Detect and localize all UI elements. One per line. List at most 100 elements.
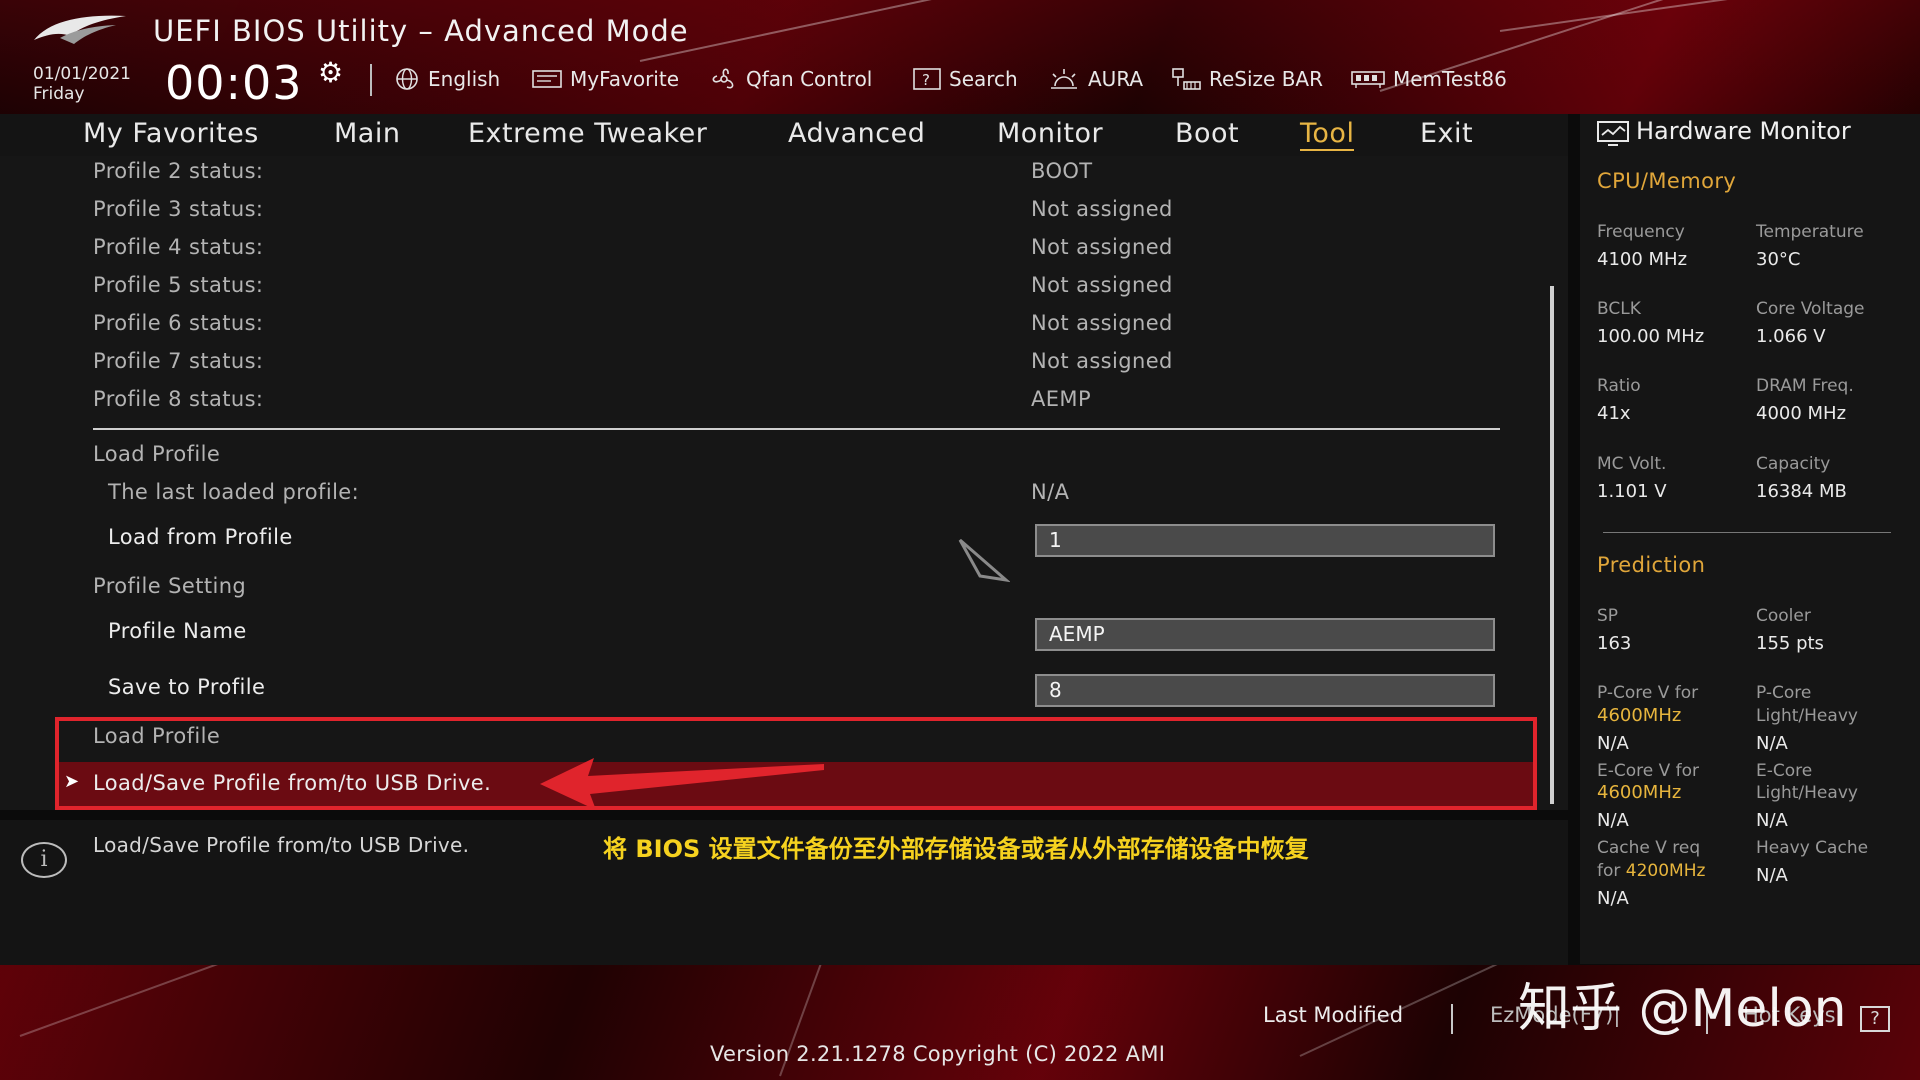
cpu-memory-section-title: CPU/Memory: [1597, 169, 1737, 193]
tab-boot[interactable]: Boot: [1175, 118, 1239, 149]
profile-2-status-value: BOOT: [1031, 159, 1093, 183]
aura-label: AURA: [1088, 67, 1144, 91]
tab-my-favorites[interactable]: My Favorites: [83, 118, 259, 149]
bclk-value: 100.00 MHz: [1597, 326, 1705, 347]
cooler-value: 155 pts: [1756, 633, 1824, 654]
header-separator: [370, 64, 372, 96]
resize-bar-button[interactable]: ReSize BAR: [1170, 64, 1323, 94]
annotation-arrow-icon: [540, 758, 824, 810]
tab-main[interactable]: Main: [334, 118, 400, 149]
search-icon: ?: [912, 67, 942, 91]
search-button[interactable]: ? Search: [912, 64, 1018, 94]
fan-icon: [709, 66, 739, 92]
capacity-value: 16384 MB: [1756, 481, 1847, 502]
save-to-profile-label[interactable]: Save to Profile: [108, 675, 265, 699]
profile-5-status-label: Profile 5 status:: [93, 273, 264, 297]
settings-scrollbar[interactable]: [1550, 286, 1554, 804]
annotation-caption: 将 BIOS 设置文件备份至外部存储设备或者从外部存储设备中恢复: [603, 835, 1309, 863]
ecore-lh-label-1: E-Core: [1756, 761, 1813, 781]
pcore-v-label: P-Core V for: [1597, 683, 1699, 703]
pcore-v-freq: 4600MHz: [1597, 705, 1682, 726]
profile-name-input[interactable]: AEMP: [1035, 618, 1495, 651]
temperature-value: 30°C: [1756, 249, 1801, 270]
mc-volt-value: 1.101 V: [1597, 481, 1667, 502]
footer-separator: [1451, 1004, 1453, 1034]
frequency-label: Frequency: [1597, 222, 1685, 242]
ecore-v-label: E-Core V for: [1597, 761, 1700, 781]
rog-logo-icon: [34, 15, 126, 44]
frequency-value: 4100 MHz: [1597, 249, 1688, 270]
last-modified-button[interactable]: Last Modified: [1263, 1003, 1403, 1027]
heavy-cache-value: N/A: [1756, 865, 1788, 886]
mouse-cursor-icon: [958, 538, 1010, 583]
myfavorite-label: MyFavorite: [570, 67, 680, 91]
memtest86-button[interactable]: MemTest86: [1350, 64, 1507, 94]
load-from-profile-label[interactable]: Load from Profile: [108, 525, 293, 549]
version-text: Version 2.21.1278 Copyright (C) 2022 AMI: [710, 1042, 1166, 1066]
main-menu-bar: My Favorites Main Extreme Tweaker Advanc…: [0, 114, 1568, 156]
qfan-control-button[interactable]: Qfan Control: [709, 64, 872, 94]
date-text: 01/01/2021: [33, 64, 131, 84]
tab-exit[interactable]: Exit: [1420, 118, 1473, 149]
watermark: 知乎 @Melon: [1518, 979, 1847, 1039]
last-loaded-profile-label: The last loaded profile:: [108, 480, 360, 504]
tab-tool[interactable]: Tool: [1300, 118, 1355, 151]
profile-4-status-value: Not assigned: [1031, 235, 1173, 259]
info-icon: i: [21, 842, 67, 878]
day-text: Friday: [33, 84, 85, 104]
tab-extreme-tweaker[interactable]: Extreme Tweaker: [468, 118, 707, 149]
clock-settings-gear-icon[interactable]: ⚙: [318, 56, 343, 89]
profile-7-status-value: Not assigned: [1031, 349, 1173, 373]
myfavorite-button[interactable]: MyFavorite: [531, 64, 679, 94]
cache-v-label: Cache V req: [1597, 838, 1701, 858]
dram-freq-value: 4000 MHz: [1756, 403, 1847, 424]
date-display: 01/01/2021 Friday: [33, 64, 131, 104]
profile-name-label[interactable]: Profile Name: [108, 619, 247, 643]
resize-bar-label: ReSize BAR: [1209, 67, 1324, 91]
capacity-label: Capacity: [1756, 454, 1831, 474]
clock: 00:03: [165, 56, 303, 110]
tab-advanced[interactable]: Advanced: [788, 118, 925, 149]
load-from-profile-input[interactable]: 1: [1035, 524, 1495, 557]
pcore-lh-label-1: P-Core: [1756, 683, 1812, 703]
globe-icon: [393, 67, 421, 91]
save-to-profile-input[interactable]: 8: [1035, 674, 1495, 707]
temperature-label: Temperature: [1756, 222, 1864, 242]
profile-setting-section-title: Profile Setting: [93, 574, 247, 598]
help-text: Load/Save Profile from/to USB Drive.: [93, 833, 470, 857]
profile-8-status-value: AEMP: [1031, 387, 1092, 411]
profile-5-status-value: Not assigned: [1031, 273, 1173, 297]
svg-text:?: ?: [922, 71, 930, 89]
cache-v-for-label: for 4200MHz: [1597, 860, 1705, 882]
ratio-value: 41x: [1597, 403, 1631, 424]
language-button[interactable]: English: [393, 64, 500, 94]
ratio-label: Ratio: [1597, 376, 1641, 396]
profile-2-status-label: Profile 2 status:: [93, 159, 264, 183]
memtest86-label: MemTest86: [1393, 67, 1507, 91]
mc-volt-label: MC Volt.: [1597, 454, 1667, 474]
bclk-label: BCLK: [1597, 299, 1641, 319]
hot-keys-help-icon[interactable]: ?: [1860, 1006, 1890, 1032]
pcore-v-value: N/A: [1597, 733, 1629, 754]
heavy-cache-label: Heavy Cache: [1756, 838, 1869, 858]
aura-button[interactable]: AURA: [1047, 64, 1143, 94]
profile-3-status-value: Not assigned: [1031, 197, 1173, 221]
cache-v-for-text: for: [1597, 861, 1621, 881]
profile-6-status-value: Not assigned: [1031, 311, 1173, 335]
ecore-lh-label-2: Light/Heavy: [1756, 783, 1858, 803]
last-loaded-profile-value: N/A: [1031, 480, 1070, 504]
qfan-control-label: Qfan Control: [746, 67, 873, 91]
aura-icon: [1047, 66, 1081, 92]
favorite-icon: [531, 68, 563, 90]
cache-v-freq: 4200MHz: [1625, 861, 1706, 881]
core-voltage-label: Core Voltage: [1756, 299, 1865, 319]
monitor-icon: [1597, 121, 1629, 146]
ecore-v-value: N/A: [1597, 810, 1629, 831]
hardware-monitor-divider: [1603, 532, 1891, 533]
cache-v-value: N/A: [1597, 888, 1629, 909]
sp-label: SP: [1597, 606, 1619, 626]
tab-monitor[interactable]: Monitor: [997, 118, 1103, 149]
profile-3-status-label: Profile 3 status:: [93, 197, 264, 221]
profile-4-status-label: Profile 4 status:: [93, 235, 264, 259]
cooler-label: Cooler: [1756, 606, 1811, 626]
